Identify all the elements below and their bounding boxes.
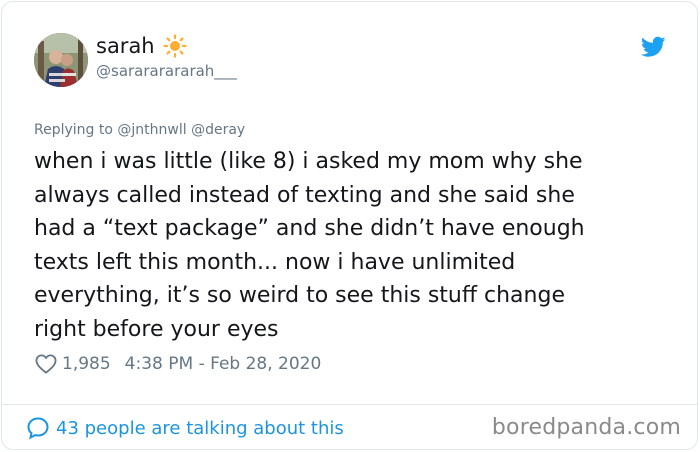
- tweet-meta: 1,985 4:38 PM - Feb 28, 2020: [35, 354, 321, 374]
- talking-text[interactable]: 43 people are talking about this: [56, 418, 344, 439]
- speech-bubble-icon: [27, 417, 49, 440]
- divider: [2, 404, 697, 405]
- like-count: 1,985: [62, 354, 111, 374]
- display-name[interactable]: sarah: [96, 34, 155, 58]
- twitter-bird-icon[interactable]: [641, 36, 666, 58]
- tweet-text: when i was little (like 8) i asked my mo…: [34, 149, 585, 342]
- sun-icon: [163, 34, 187, 58]
- replying-to: Replying to @jnthnwll @deray: [34, 122, 245, 138]
- user-handle[interactable]: @sarararararah___: [96, 62, 237, 80]
- name-line: sarah: [96, 34, 187, 58]
- heart-icon[interactable]: [35, 354, 57, 374]
- avatar-image: [34, 33, 88, 87]
- avatar[interactable]: [34, 33, 88, 87]
- replying-prefix: Replying to: [34, 122, 113, 138]
- tweet-card: sarah @sarararararah___ Replying to @jnt…: [1, 1, 698, 450]
- tweet-timestamp[interactable]: 4:38 PM - Feb 28, 2020: [125, 354, 322, 374]
- watermark: boredpanda.com: [491, 415, 681, 440]
- replying-mentions[interactable]: @jnthnwll @deray: [117, 122, 245, 138]
- talking-link[interactable]: 43 people are talking about this: [26, 416, 344, 440]
